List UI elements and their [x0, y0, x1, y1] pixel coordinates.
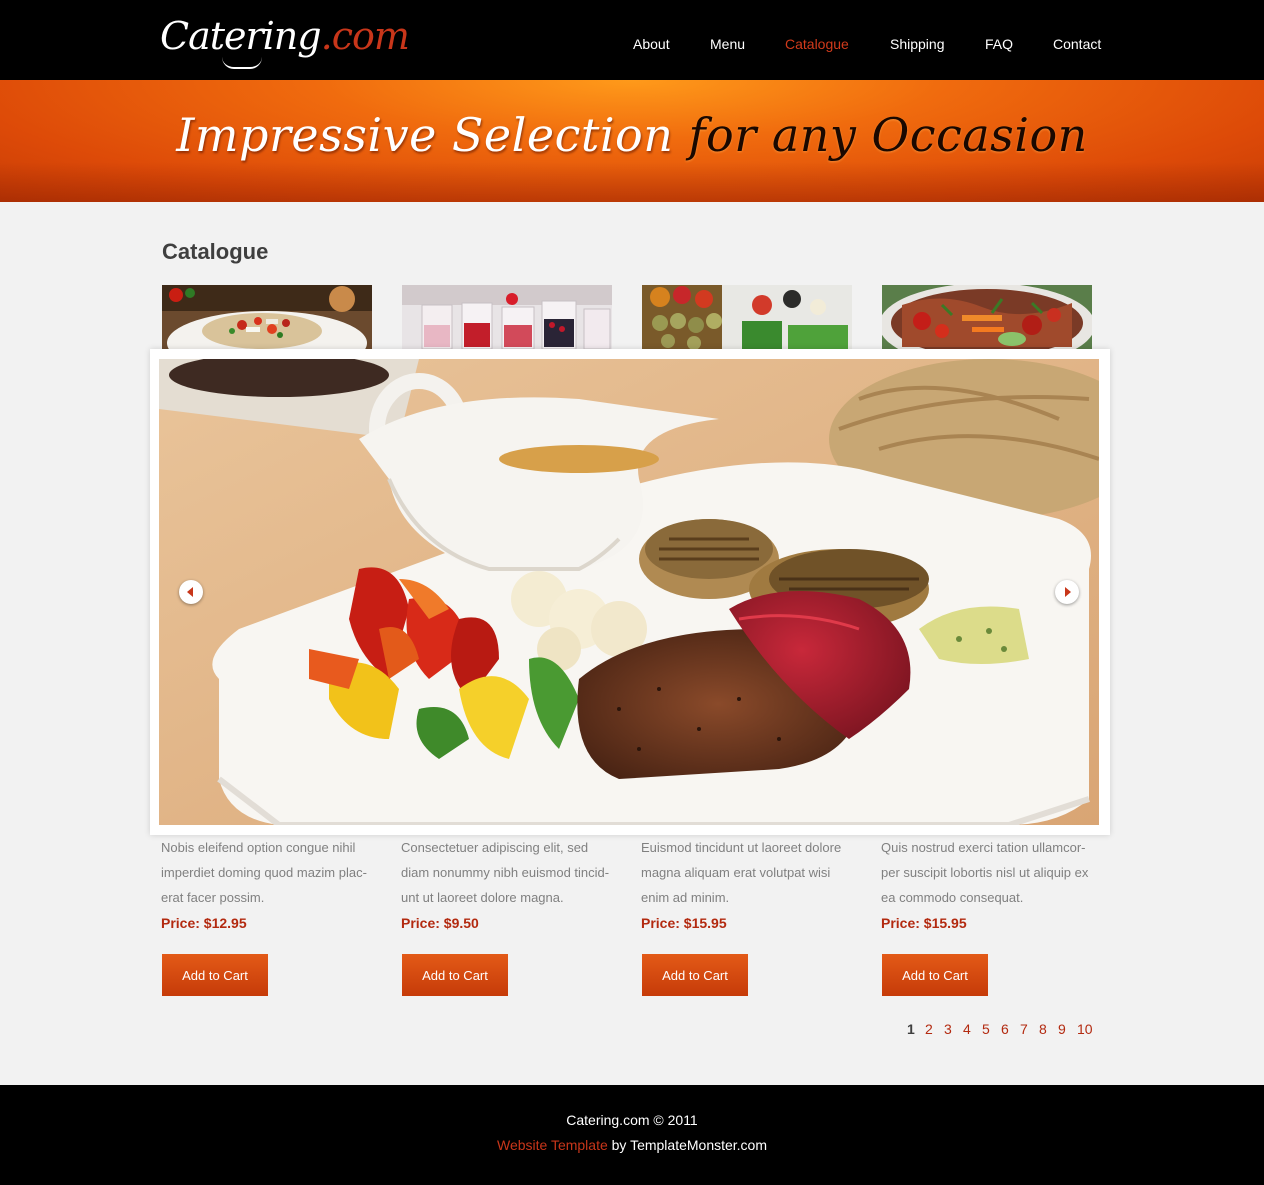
banner-slogan: Impressive Selection for any Occasion [0, 108, 1264, 162]
product-thumbnail-4[interactable] [882, 285, 1092, 351]
slogan-dark: for any Occasion [688, 108, 1088, 162]
site-footer: Catering.com © 2011 Website Template by … [0, 1085, 1264, 1185]
nav-about[interactable]: About [633, 36, 670, 52]
product-description-1: Nobis eleifend option congue nihil imper… [161, 840, 367, 905]
dessert-glasses-photo [402, 285, 612, 351]
page-link-4[interactable]: 4 [963, 1021, 971, 1037]
product-price-3: Price: $15.95 [641, 915, 727, 931]
arrow-left-icon [187, 587, 193, 597]
slider-next-button[interactable] [1055, 580, 1079, 604]
page-link-3[interactable]: 3 [944, 1021, 952, 1037]
copyright-text: Catering.com © 2011 [566, 1112, 698, 1128]
product-price-2: Price: $9.50 [401, 915, 479, 931]
nav-contact[interactable]: Contact [1053, 36, 1101, 52]
canape-skewers-photo [642, 285, 852, 351]
page-link-8[interactable]: 8 [1039, 1021, 1047, 1037]
nav-catalogue[interactable]: Catalogue [785, 36, 849, 52]
page-title: Catalogue [162, 239, 269, 264]
nav-faq[interactable]: FAQ [985, 36, 1013, 52]
site-header: Catering.com About Menu Catalogue Shippi… [0, 0, 1264, 80]
add-to-cart-button-3[interactable]: Add to Cart [642, 954, 748, 996]
product-price-1: Price: $12.95 [161, 915, 247, 931]
product-price-4: Price: $15.95 [881, 915, 967, 931]
product-thumbnail-3[interactable] [642, 285, 852, 351]
product-description-3: Euismod tincidunt ut laoreet dolore magn… [641, 840, 842, 905]
product-thumbnail-2[interactable] [402, 285, 612, 351]
page-link-10[interactable]: 10 [1077, 1021, 1093, 1037]
steak-with-vegetables-photo [159, 359, 1099, 825]
page-link-7[interactable]: 7 [1020, 1021, 1028, 1037]
slogan-light: Impressive Selection [176, 108, 674, 162]
product-description-4: Quis nostrud exerci tation ullamcor-per … [881, 840, 1089, 905]
slider-prev-button[interactable] [179, 580, 203, 604]
product-thumbnail-1[interactable] [162, 285, 372, 351]
footer-credits: Website Template by TemplateMonster.com [0, 1137, 1264, 1153]
add-to-cart-button-4[interactable]: Add to Cart [882, 954, 988, 996]
vegetable-salad-photo [882, 285, 1092, 351]
hero-banner: Impressive Selection for any Occasion [0, 80, 1264, 202]
salad-plate-photo [162, 285, 372, 351]
image-lightbox [150, 349, 1110, 835]
page-link-9[interactable]: 9 [1058, 1021, 1066, 1037]
nav-menu[interactable]: Menu [710, 36, 745, 52]
pagination: 1 2 3 4 5 6 7 8 9 10 [0, 1021, 1264, 1041]
add-to-cart-button-1[interactable]: Add to Cart [162, 954, 268, 996]
main-nav: About Menu Catalogue Shipping FAQ Contac… [0, 36, 1264, 56]
nav-shipping[interactable]: Shipping [890, 36, 945, 52]
page-link-1[interactable]: 1 [907, 1021, 915, 1037]
page-link-2[interactable]: 2 [925, 1021, 933, 1037]
website-template-link[interactable]: Website Template [497, 1137, 608, 1153]
arrow-right-icon [1065, 587, 1071, 597]
page-link-6[interactable]: 6 [1001, 1021, 1009, 1037]
product-description-2: Consectetuer adipiscing elit, sed diam n… [401, 840, 610, 905]
page-link-5[interactable]: 5 [982, 1021, 990, 1037]
credits-by-text: by TemplateMonster.com [607, 1137, 768, 1153]
add-to-cart-button-2[interactable]: Add to Cart [402, 954, 508, 996]
